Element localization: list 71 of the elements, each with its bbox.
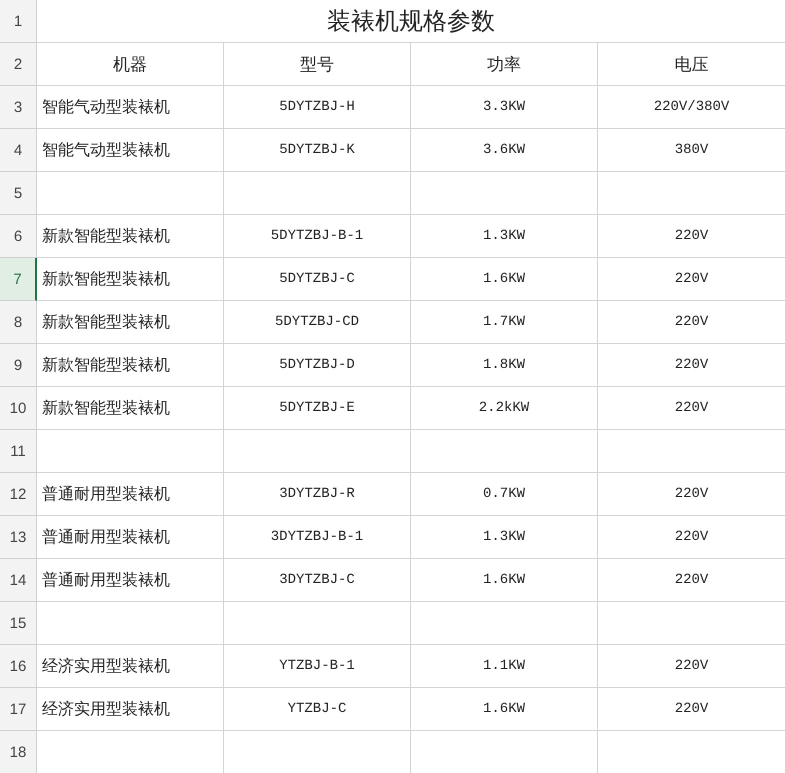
row-header[interactable]: 11 — [0, 430, 37, 473]
table-cell: 1.6KW — [411, 688, 598, 731]
table-cell: 220V — [598, 645, 786, 688]
table-cell: 经济实用型装裱机 — [37, 688, 224, 731]
table-cell: 5DYTZBJ-B-1 — [224, 215, 411, 258]
table-cell: 1.6KW — [411, 258, 598, 301]
table-cell: 220V — [598, 516, 786, 559]
table-cell: 机器 — [37, 43, 224, 86]
table-cell: 新款智能型装裱机 — [37, 387, 224, 430]
row-header[interactable]: 3 — [0, 86, 37, 129]
table-cell: 220V — [598, 473, 786, 516]
table-cell: YTZBJ-B-1 — [224, 645, 411, 688]
table-cell: 220V — [598, 301, 786, 344]
table-cell: 3DYTZBJ-C — [224, 559, 411, 602]
table-cell: 普通耐用型装裱机 — [37, 516, 224, 559]
table-cell: 3.3KW — [411, 86, 598, 129]
table-cell: 1.7KW — [411, 301, 598, 344]
table-cell: 5DYTZBJ-CD — [224, 301, 411, 344]
table-cell: 220V — [598, 258, 786, 301]
row-header[interactable]: 9 — [0, 344, 37, 387]
row-header[interactable]: 15 — [0, 602, 37, 645]
table-cell: 1.3KW — [411, 215, 598, 258]
table-cell: 5DYTZBJ-K — [224, 129, 411, 172]
row-header[interactable]: 14 — [0, 559, 37, 602]
row-header[interactable]: 4 — [0, 129, 37, 172]
table-cell: 5DYTZBJ-D — [224, 344, 411, 387]
table-cell: 1.6KW — [411, 559, 598, 602]
row-header[interactable]: 8 — [0, 301, 37, 344]
row-header[interactable]: 17 — [0, 688, 37, 731]
row-header[interactable]: 6 — [0, 215, 37, 258]
row-header[interactable]: 5 — [0, 172, 37, 215]
table-cell: 2.2kKW — [411, 387, 598, 430]
table-cell: 1.3KW — [411, 516, 598, 559]
row-header[interactable]: 13 — [0, 516, 37, 559]
table-cell: 5DYTZBJ-H — [224, 86, 411, 129]
table-cell: 3DYTZBJ-B-1 — [224, 516, 411, 559]
table-cell: 电压 — [598, 43, 786, 86]
table-cell: 普通耐用型装裱机 — [37, 559, 224, 602]
row-header[interactable]: 10 — [0, 387, 37, 430]
table-cell: 新款智能型装裱机 — [37, 301, 224, 344]
table-cell: 普通耐用型装裱机 — [37, 473, 224, 516]
row-header[interactable]: 7 — [0, 258, 37, 301]
table-cell: 3DYTZBJ-R — [224, 473, 411, 516]
table-cell: 5DYTZBJ-E — [224, 387, 411, 430]
table-cell: 新款智能型装裱机 — [37, 258, 224, 301]
table-cell: 220V/380V — [598, 86, 786, 129]
table-cell: 220V — [598, 215, 786, 258]
table-cell: 新款智能型装裱机 — [37, 215, 224, 258]
table-cell: 220V — [598, 387, 786, 430]
row-header[interactable]: 12 — [0, 473, 37, 516]
table-cell: 220V — [598, 344, 786, 387]
table-cell: 智能气动型装裱机 — [37, 86, 224, 129]
table-cell: 380V — [598, 129, 786, 172]
row-header[interactable]: 2 — [0, 43, 37, 86]
table-cell: 3.6KW — [411, 129, 598, 172]
table-cell: YTZBJ-C — [224, 688, 411, 731]
table-cell: 1.8KW — [411, 344, 598, 387]
table-cell: 功率 — [411, 43, 598, 86]
table-cell: 1.1KW — [411, 645, 598, 688]
table-cell: 0.7KW — [411, 473, 598, 516]
table-cell: 智能气动型装裱机 — [37, 129, 224, 172]
row-header[interactable]: 16 — [0, 645, 37, 688]
table-cell: 经济实用型装裱机 — [37, 645, 224, 688]
row-header[interactable]: 1 — [0, 0, 37, 43]
table-cell: 220V — [598, 688, 786, 731]
row-header[interactable]: 18 — [0, 731, 37, 773]
table-cell: 型号 — [224, 43, 411, 86]
table-cell: 220V — [598, 559, 786, 602]
table-cell: 5DYTZBJ-C — [224, 258, 411, 301]
table-cell: 新款智能型装裱机 — [37, 344, 224, 387]
sheet-title: 装裱机规格参数 — [37, 0, 786, 43]
